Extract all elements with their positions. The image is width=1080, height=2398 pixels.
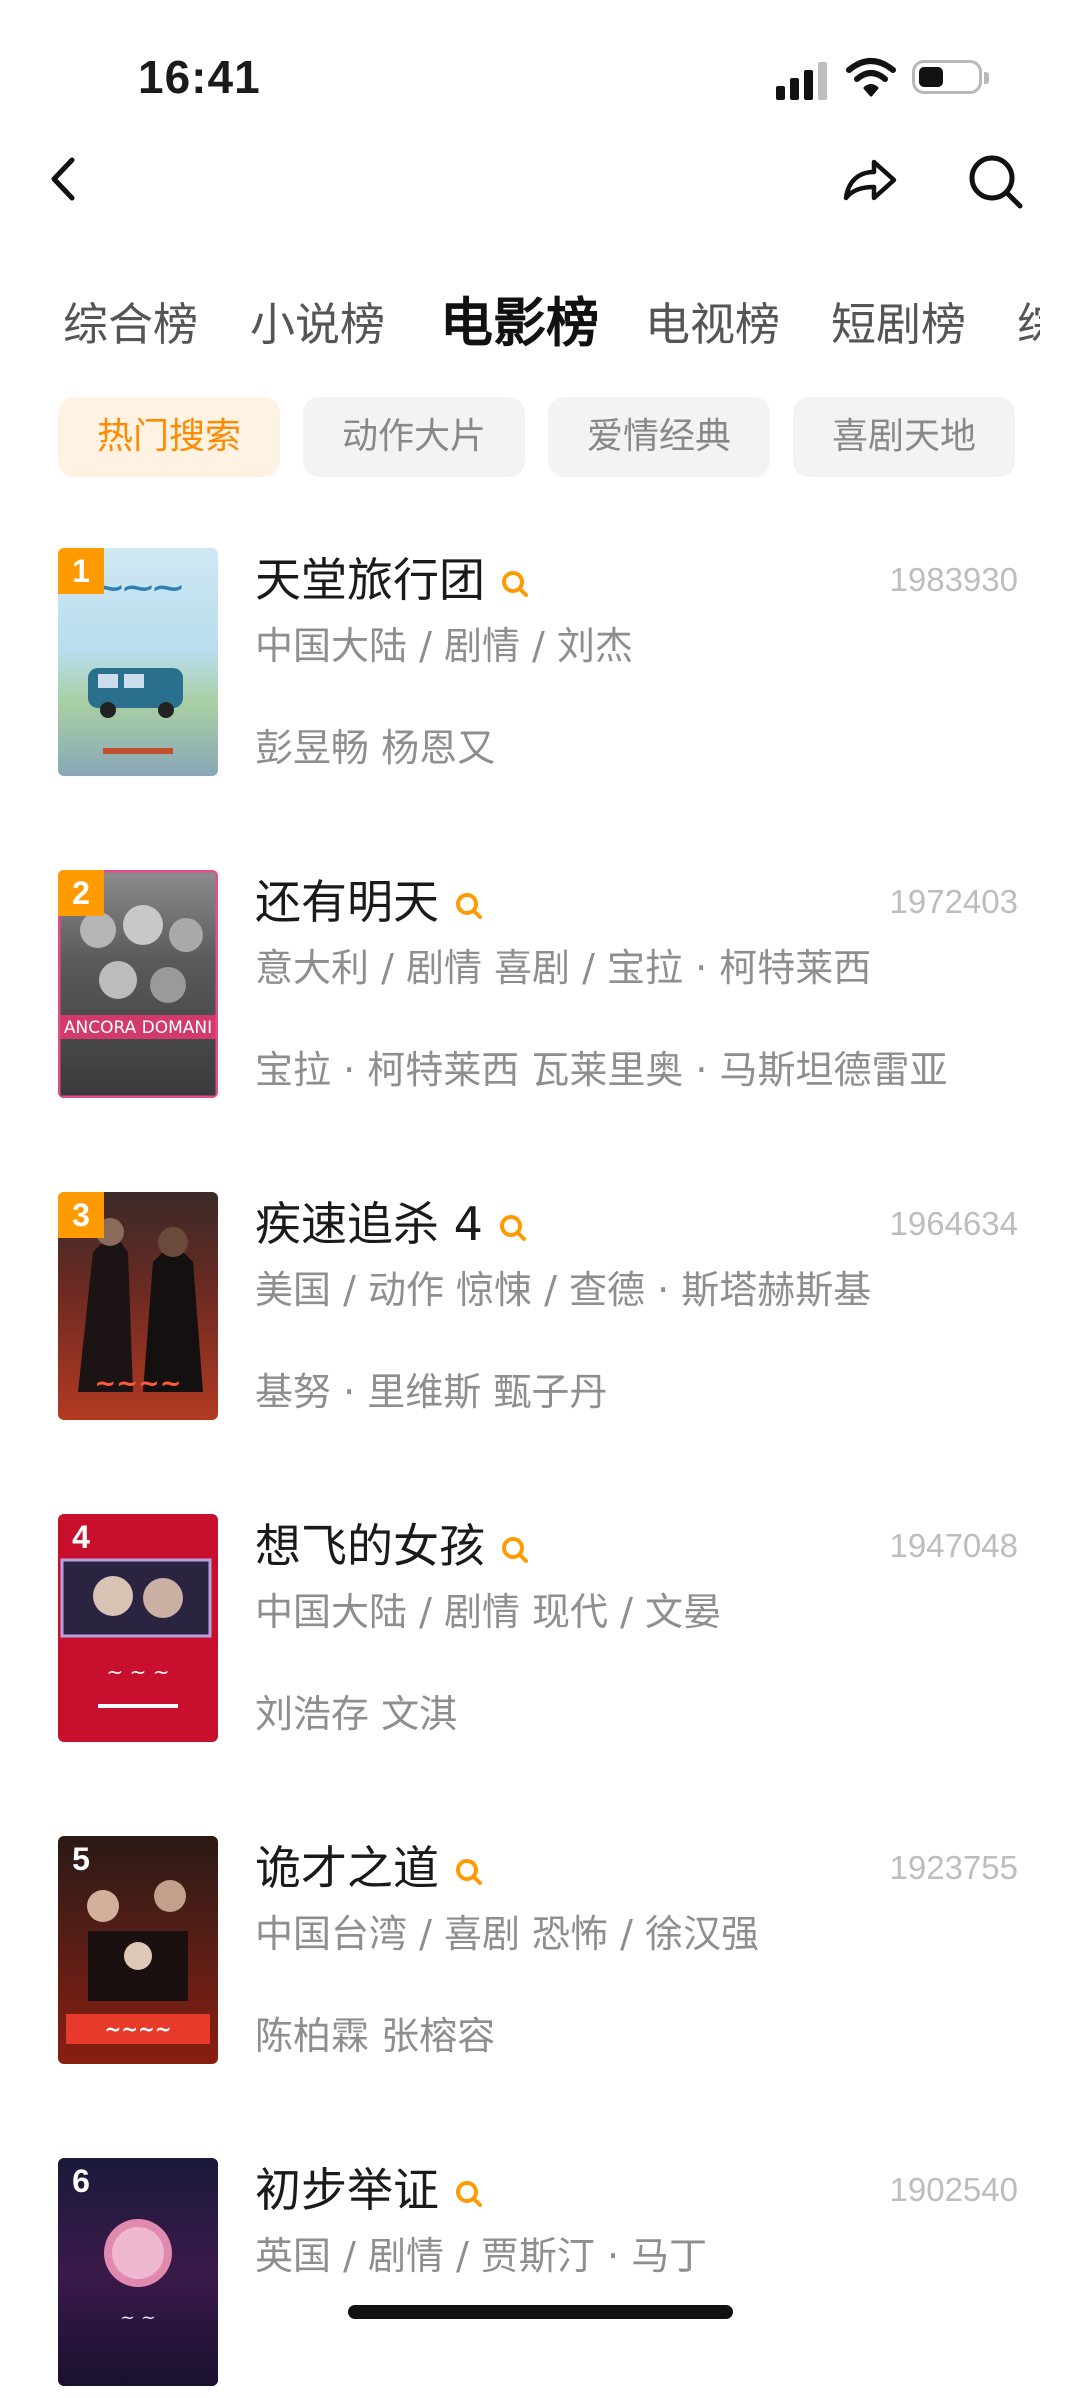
poster-image: ~ ~ ~ 4 xyxy=(58,1514,218,1742)
movie-title-text: 诡才之道 xyxy=(255,1841,439,1895)
svg-text:~ ~: ~ ~ xyxy=(120,2307,156,2328)
search-icon[interactable] xyxy=(497,1212,529,1244)
poster-image: ~~~~ 5 xyxy=(58,1836,218,2064)
tab-novel[interactable]: 小说榜 xyxy=(250,290,385,360)
rank-badge: 2 xyxy=(58,870,104,916)
movie-title: 还有明天 xyxy=(255,870,485,934)
svg-text:~~~~: ~~~~ xyxy=(94,1369,181,1399)
search-count: 1964634 xyxy=(889,1205,1018,1242)
list-item[interactable]: ~ ~ ~ 4 想飞的女孩 1947048 中国大陆 / 剧情 现代 / 文晏 … xyxy=(0,1514,1080,1754)
movie-meta: 美国 / 动作 惊悚 / 查德 · 斯塔赫斯基 xyxy=(255,1268,872,1312)
movie-title: 初步举证 xyxy=(255,2158,485,2222)
movie-meta: 中国大陆 / 剧情 / 刘杰 xyxy=(255,624,633,668)
rank-badge: 1 xyxy=(58,548,104,594)
movie-cast: 彭昱畅 杨恩又 xyxy=(255,726,496,770)
svg-text:~~~~: ~~~~ xyxy=(104,2017,171,2041)
chip-comedy[interactable]: 喜剧天地 xyxy=(793,397,1015,477)
movie-title-text: 还有明天 xyxy=(255,875,439,929)
poster-image: ~~~~ 3 xyxy=(58,1192,218,1420)
chip-action[interactable]: 动作大片 xyxy=(303,397,525,477)
poster-image: ⁓⁓⁓ 1 xyxy=(58,548,218,776)
movie-title-text: 初步举证 xyxy=(255,2163,439,2217)
movie-meta: 英国 / 剧情 / 贾斯汀 · 马丁 xyxy=(255,2234,708,2278)
movie-meta: 中国大陆 / 剧情 现代 / 文晏 xyxy=(255,1590,722,1634)
category-tabs: 综合榜 小说榜 电影榜 电视榜 短剧榜 综 xyxy=(0,290,1040,370)
search-count: 1902540 xyxy=(889,2171,1018,2208)
movie-meta: 意大利 / 剧情 喜剧 / 宝拉 · 柯特莱西 xyxy=(255,946,872,990)
svg-text:⁓⁓⁓: ⁓⁓⁓ xyxy=(93,571,183,606)
rank-badge: 4 xyxy=(72,1519,90,1555)
movie-cast: 基努 · 里维斯 甄子丹 xyxy=(255,1370,608,1414)
tab-comprehensive[interactable]: 综合榜 xyxy=(63,290,198,360)
tab-short-drama[interactable]: 短剧榜 xyxy=(831,290,966,360)
nav-bar xyxy=(0,140,1080,220)
search-count: 1923755 xyxy=(889,1849,1018,1886)
movie-cast: 陈柏霖 张榕容 xyxy=(255,2014,496,2058)
rank-badge: 5 xyxy=(72,1841,90,1877)
share-icon[interactable] xyxy=(838,152,902,208)
poster-image: ANCORA DOMANI 2 xyxy=(58,870,218,1098)
movie-meta: 中国台湾 / 喜剧 恐怖 / 徐汉强 xyxy=(255,1912,760,1956)
home-indicator[interactable] xyxy=(348,2305,733,2319)
list-item[interactable]: ANCORA DOMANI 2 还有明天 1972403 意大利 / 剧情 喜剧… xyxy=(0,870,1080,1110)
movie-title: 疾速追杀 4 xyxy=(255,1192,529,1256)
search-count: 1947048 xyxy=(889,1527,1018,1564)
movie-title: 诡才之道 xyxy=(255,1836,485,1900)
list-item[interactable]: ⁓⁓⁓ 1 天堂旅行团 1983930 中国大陆 / 剧情 / 刘杰 彭昱畅 杨… xyxy=(0,548,1080,788)
status-time: 16:41 xyxy=(138,51,261,103)
cellular-signal-icon xyxy=(776,60,832,100)
search-icon[interactable] xyxy=(499,568,531,600)
poster-image: ~ ~ 6 xyxy=(58,2158,218,2386)
battery-icon xyxy=(912,60,989,94)
back-icon[interactable] xyxy=(40,154,90,204)
tab-variety[interactable]: 综 xyxy=(1017,290,1040,360)
search-icon[interactable] xyxy=(499,1534,531,1566)
movie-title-text: 想飞的女孩 xyxy=(255,1519,485,1573)
search-icon[interactable] xyxy=(966,152,1026,212)
search-icon[interactable] xyxy=(453,1856,485,1888)
chip-hot-search[interactable]: 热门搜索 xyxy=(58,397,280,477)
status-bar: 16:41 xyxy=(0,0,1080,150)
movie-cast: 宝拉 · 柯特莱西 瓦莱里奥 · 马斯坦德雷亚 xyxy=(255,1048,948,1092)
movie-title: 天堂旅行团 xyxy=(255,548,531,612)
search-icon[interactable] xyxy=(453,2178,485,2210)
tab-movie[interactable]: 电影榜 xyxy=(440,290,599,358)
search-icon[interactable] xyxy=(453,890,485,922)
svg-text:~ ~ ~: ~ ~ ~ xyxy=(107,1660,170,1684)
movie-title: 想飞的女孩 xyxy=(255,1514,531,1578)
rank-badge: 3 xyxy=(58,1192,104,1238)
movie-title-text: 疾速追杀 4 xyxy=(255,1197,483,1251)
list-item[interactable]: ~ ~ 6 初步举证 1902540 英国 / 剧情 / 贾斯汀 · 马丁 xyxy=(0,2158,1080,2398)
search-count: 1983930 xyxy=(889,561,1018,598)
tab-tv[interactable]: 电视榜 xyxy=(645,290,780,360)
chip-romance[interactable]: 爱情经典 xyxy=(548,397,770,477)
movie-title-text: 天堂旅行团 xyxy=(255,553,485,607)
rank-badge: 6 xyxy=(72,2163,90,2199)
search-count: 1972403 xyxy=(889,883,1018,920)
wifi-icon xyxy=(846,58,896,97)
list-item[interactable]: ~~~~ 3 疾速追杀 4 1964634 美国 / 动作 惊悚 / 查德 · … xyxy=(0,1192,1080,1432)
movie-cast: 刘浩存 文淇 xyxy=(255,1692,458,1736)
svg-text:ANCORA DOMANI: ANCORA DOMANI xyxy=(64,1018,212,1038)
list-item[interactable]: ~~~~ 5 诡才之道 1923755 中国台湾 / 喜剧 恐怖 / 徐汉强 陈… xyxy=(0,1836,1080,2076)
